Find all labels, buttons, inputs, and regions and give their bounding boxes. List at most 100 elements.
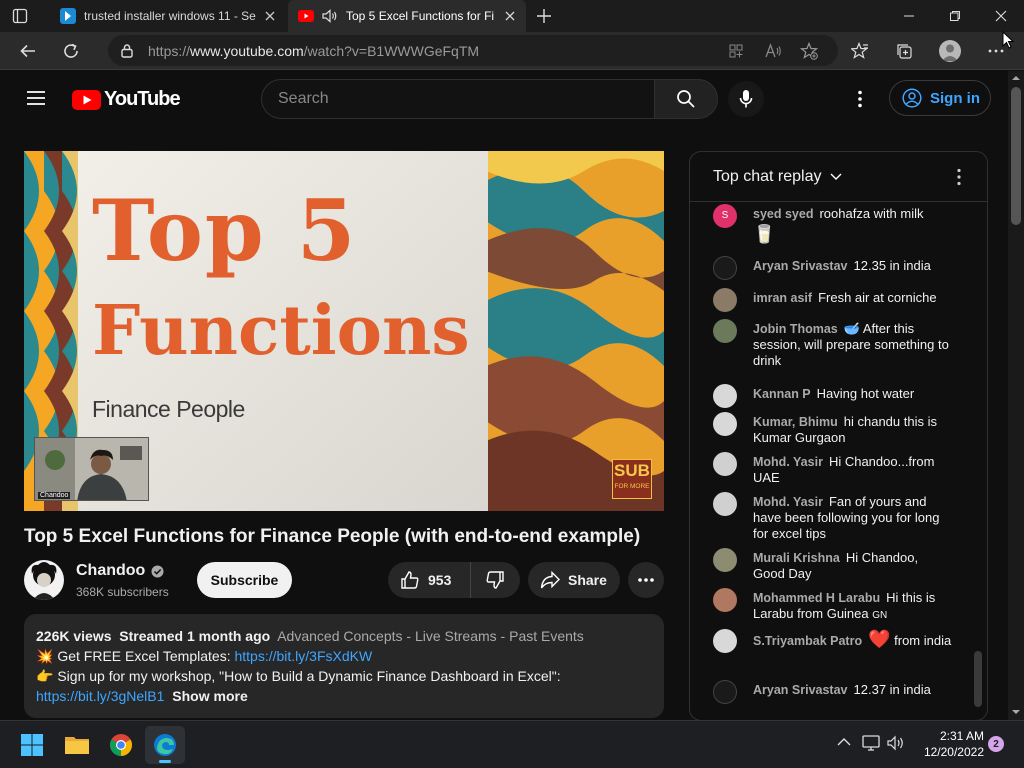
address-bar[interactable]: https://www.youtube.com/watch?v=B1WWWGeF…	[108, 35, 838, 66]
start-button[interactable]	[12, 726, 52, 764]
chat-mode-dropdown[interactable]: Top chat replay	[713, 168, 842, 186]
chat-text: roohafza with milk	[819, 206, 924, 221]
video-player[interactable]: Top 5 Functions Finance People Chandoo S…	[24, 151, 664, 511]
share-button[interactable]: Share	[528, 562, 620, 598]
windows-logo-icon	[21, 734, 43, 756]
back-icon[interactable]	[13, 36, 43, 66]
channel-name[interactable]: Chandoo	[76, 562, 164, 580]
show-hidden-icons-icon[interactable]	[837, 737, 851, 747]
chat-author[interactable]: Aryan Srivastav	[753, 259, 848, 273]
chrome-button[interactable]	[101, 726, 141, 764]
verified-check-icon	[151, 565, 164, 577]
like-button[interactable]: 953	[388, 562, 471, 598]
scroll-down-icon[interactable]	[1008, 705, 1024, 719]
clock[interactable]: 2:31 AM 12/20/2022	[912, 728, 984, 760]
channel-avatar[interactable]	[24, 560, 64, 600]
clock-time: 2:31 AM	[939, 729, 984, 743]
minimize-window-icon[interactable]	[886, 0, 932, 32]
chat-avatar	[713, 629, 737, 653]
chat-avatar	[713, 452, 737, 476]
chat-author[interactable]: Mohammed H Larabu	[753, 591, 880, 605]
templates-link[interactable]: https://bit.ly/3FsXdKW	[234, 648, 372, 664]
close-tab-icon[interactable]	[504, 10, 516, 22]
settings-dots-icon[interactable]	[856, 90, 864, 108]
chat-scrollbar-thumb[interactable]	[974, 651, 982, 707]
sub-badge-small-text: FOR MORE	[614, 483, 650, 490]
notification-badge[interactable]: 2	[988, 736, 1004, 752]
chat-text: 12.37 in india	[853, 682, 931, 697]
chat-text: 12.35 in india	[853, 258, 931, 273]
search-input[interactable]: Search	[261, 79, 655, 119]
subscriber-count: 368K subscribers	[76, 585, 169, 599]
chat-author[interactable]: Murali Krishna	[753, 551, 840, 565]
refresh-icon[interactable]	[56, 36, 86, 66]
add-favorite-icon[interactable]	[800, 42, 818, 60]
browser-tab-search[interactable]: trusted installer windows 11 - Se	[50, 0, 286, 32]
chat-author[interactable]: syed syed	[753, 207, 813, 221]
chat-avatar	[713, 319, 737, 343]
voice-search-button[interactable]	[728, 81, 764, 117]
chat-author[interactable]: Kannan P	[753, 387, 811, 401]
mouse-cursor-icon	[1002, 31, 1014, 49]
chat-more-icon[interactable]	[956, 168, 962, 186]
playlist-tags[interactable]: Advanced Concepts - Live Streams - Past …	[277, 628, 584, 644]
file-explorer-button[interactable]	[57, 726, 97, 764]
chrome-icon	[110, 734, 132, 756]
tab-actions-icon[interactable]	[12, 8, 28, 24]
collections-icon[interactable]	[889, 36, 919, 66]
read-aloud-icon[interactable]	[764, 43, 782, 59]
like-dislike-group: 953	[388, 562, 520, 598]
chat-replay-panel: Top chat replay S syed syed roohafza with…	[689, 151, 988, 721]
chat-author[interactable]: Mohd. Yasir	[753, 495, 823, 509]
lock-icon[interactable]	[120, 43, 134, 58]
page-scrollbar-thumb[interactable]	[1011, 87, 1021, 225]
workshop-link[interactable]: https://bit.ly/3gNelB1	[36, 688, 164, 704]
subscribe-button[interactable]: Subscribe	[197, 562, 292, 598]
chat-author[interactable]: Aryan Srivastav	[753, 683, 848, 697]
edge-button[interactable]	[145, 726, 185, 764]
chat-text: Having hot water	[816, 386, 915, 401]
chat-avatar	[713, 680, 737, 704]
milk-emoji-icon: 🥛	[753, 224, 776, 244]
subscribe-label: Subscribe	[210, 572, 279, 588]
description-box[interactable]: 226K views Streamed 1 month ago Advanced…	[24, 614, 664, 718]
chat-author[interactable]: Mohd. Yasir	[753, 455, 823, 469]
sub-for-more-badge: SUB FOR MORE	[612, 459, 652, 499]
scroll-up-icon[interactable]	[1008, 71, 1024, 85]
chat-author[interactable]: S.Triyambak Patro	[753, 634, 862, 648]
page-scrollbar[interactable]	[1008, 71, 1024, 720]
browser-toolbar: https://www.youtube.com/watch?v=B1WWWGeF…	[0, 32, 1024, 70]
description-line-2: 👉 Sign up for my workshop, "How to Build…	[36, 666, 652, 686]
dislike-button[interactable]	[471, 562, 519, 598]
youtube-favicon-icon	[298, 10, 314, 22]
show-more-button[interactable]: Show more	[172, 688, 247, 704]
sign-in-button[interactable]: Sign in	[889, 80, 991, 116]
restore-window-icon[interactable]	[932, 0, 978, 32]
network-icon[interactable]	[862, 735, 880, 751]
youtube-logo[interactable]: YouTube	[72, 88, 181, 111]
chat-author[interactable]: Jobin Thomas	[753, 322, 838, 336]
volume-icon[interactable]	[887, 735, 905, 751]
like-count: 953	[428, 572, 452, 588]
close-tab-icon[interactable]	[264, 10, 276, 22]
thumbs-down-icon	[486, 571, 504, 589]
description-line-3: https://bit.ly/3gNelB1 Show more	[36, 686, 652, 706]
webcam-overlay: Chandoo	[34, 437, 149, 501]
close-window-icon[interactable]	[978, 0, 1024, 32]
app-available-icon[interactable]	[728, 43, 744, 59]
more-actions-button[interactable]	[628, 562, 664, 598]
new-tab-icon[interactable]	[536, 8, 552, 24]
browser-tab-youtube[interactable]: Top 5 Excel Functions for Fin	[288, 0, 526, 32]
chat-author[interactable]: imran asif	[753, 291, 812, 305]
thumbs-up-icon	[401, 571, 419, 589]
sign-in-label: Sign in	[930, 89, 980, 107]
hamburger-menu-icon[interactable]	[26, 90, 46, 106]
chat-avatar	[713, 492, 737, 516]
favorites-icon[interactable]	[845, 36, 875, 66]
audio-playing-icon[interactable]	[322, 9, 338, 23]
search-button[interactable]	[654, 79, 718, 119]
chat-author[interactable]: Kumar, Bhimu	[753, 415, 838, 429]
chat-avatar	[713, 588, 737, 612]
profile-avatar-icon[interactable]	[939, 40, 961, 62]
chat-avatar	[713, 256, 737, 280]
